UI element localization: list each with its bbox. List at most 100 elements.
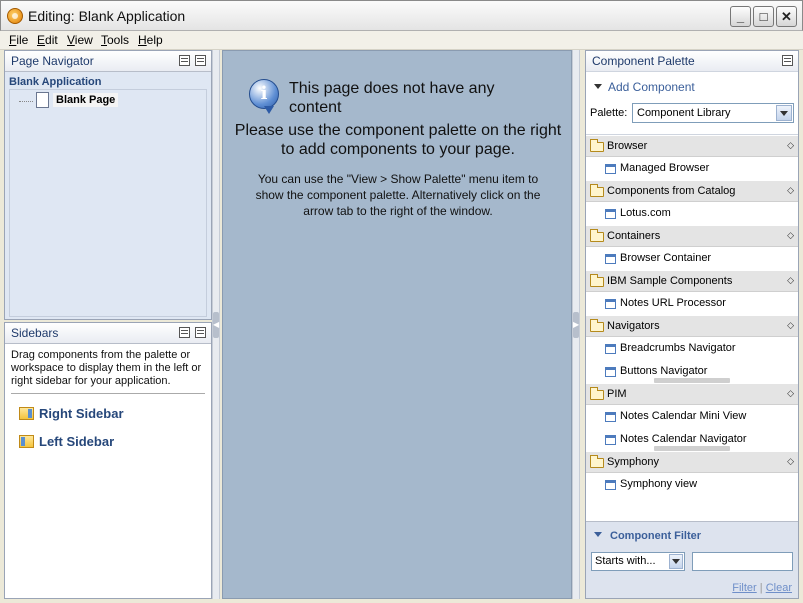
category-label: PIM bbox=[607, 388, 627, 400]
sidebar-item-left[interactable]: Left Sidebar bbox=[19, 434, 114, 449]
minimize-button[interactable]: _ bbox=[730, 6, 751, 27]
category-label: Navigators bbox=[607, 320, 660, 332]
menu-help[interactable]: Help bbox=[138, 33, 163, 47]
component-icon bbox=[605, 367, 616, 377]
collapse-arrows-icon[interactable]: ◇ bbox=[787, 275, 794, 286]
folder-icon bbox=[590, 139, 604, 152]
folder-icon bbox=[590, 387, 604, 400]
menu-file[interactable]: File bbox=[9, 33, 28, 47]
collapse-arrows-icon[interactable]: ◇ bbox=[787, 456, 794, 467]
title-bar: Editing: Blank Application _ □ ✕ bbox=[0, 0, 803, 31]
info-icon: i bbox=[249, 79, 279, 114]
component-item[interactable]: Notes Calendar Mini View bbox=[586, 405, 798, 428]
component-label: Notes Calendar Navigator bbox=[620, 433, 747, 445]
component-item[interactable]: Notes Calendar Navigator bbox=[586, 428, 798, 451]
component-icon bbox=[605, 435, 616, 445]
page-menu-icon[interactable] bbox=[179, 55, 190, 66]
category-header[interactable]: Browser ◇ bbox=[586, 135, 798, 157]
page-navigator-header: Page Navigator bbox=[5, 51, 211, 72]
navigator-tree-frame bbox=[9, 89, 207, 317]
sidebar-item-label: Left Sidebar bbox=[39, 434, 115, 449]
category-label: Symphony bbox=[607, 456, 659, 468]
menu-tools[interactable]: Tools bbox=[101, 33, 129, 47]
page-item-blank-page[interactable]: Blank Page bbox=[53, 93, 119, 107]
category-label: Containers bbox=[607, 230, 661, 242]
category-header[interactable]: Containers ◇ bbox=[586, 225, 798, 247]
category-pim: PIM ◇ Notes Calendar Mini View Notes Cale… bbox=[586, 383, 798, 451]
collapse-arrows-icon[interactable]: ◇ bbox=[787, 388, 794, 399]
add-component-toggle[interactable]: Add Component bbox=[594, 80, 695, 94]
component-label: Managed Browser bbox=[620, 162, 710, 174]
window-title: Editing: Blank Application bbox=[28, 8, 186, 24]
category-header[interactable]: Navigators ◇ bbox=[586, 315, 798, 337]
collapse-left-arrow-icon[interactable]: ◀ bbox=[213, 312, 219, 338]
folder-icon bbox=[590, 319, 604, 332]
component-icon bbox=[605, 254, 616, 264]
collapse-arrows-icon[interactable]: ◇ bbox=[787, 185, 794, 196]
collapse-arrows-icon[interactable]: ◇ bbox=[787, 230, 794, 241]
panel-menu-icon[interactable] bbox=[195, 327, 206, 338]
empty-page-instruction: Please use the component palette on the … bbox=[234, 122, 562, 158]
component-item[interactable]: Breadcrumbs Navigator bbox=[586, 337, 798, 360]
app-icon bbox=[7, 8, 23, 24]
collapse-arrows-icon[interactable]: ◇ bbox=[787, 320, 794, 331]
category-header[interactable]: PIM ◇ bbox=[586, 383, 798, 405]
folder-icon bbox=[590, 455, 604, 468]
menu-bar: File Edit View Tools Help bbox=[0, 31, 803, 50]
category-header[interactable]: Symphony ◇ bbox=[586, 451, 798, 473]
right-sidebar-icon bbox=[19, 407, 34, 420]
filter-link[interactable]: Filter bbox=[732, 582, 756, 594]
collapse-right-arrow-icon[interactable]: ▶ bbox=[573, 312, 579, 338]
category-label: Components from Catalog bbox=[607, 185, 736, 197]
component-item[interactable]: Symphony view bbox=[586, 473, 798, 496]
page-navigator-title: Page Navigator bbox=[11, 54, 94, 68]
left-splitter[interactable]: ◀ bbox=[212, 50, 220, 599]
component-item[interactable]: Buttons Navigator bbox=[586, 360, 798, 383]
close-button[interactable]: ✕ bbox=[776, 6, 797, 27]
workspace: i This page does not have any content Pl… bbox=[222, 50, 572, 599]
panel-menu-icon[interactable] bbox=[195, 55, 206, 66]
expand-triangle-icon bbox=[594, 532, 602, 537]
component-item[interactable]: Browser Container bbox=[586, 247, 798, 270]
component-icon bbox=[605, 209, 616, 219]
category-header[interactable]: IBM Sample Components ◇ bbox=[586, 270, 798, 292]
menu-edit[interactable]: Edit bbox=[37, 33, 58, 47]
category-symphony: Symphony ◇ Symphony view bbox=[586, 451, 798, 496]
collapse-arrows-icon[interactable]: ◇ bbox=[787, 140, 794, 151]
chevron-down-icon[interactable] bbox=[669, 554, 683, 569]
folder-icon bbox=[590, 274, 604, 287]
component-filter-title: Component Filter bbox=[610, 530, 702, 542]
link-separator: | bbox=[759, 582, 763, 594]
application-name: Blank Application bbox=[9, 76, 102, 88]
filter-mode-select[interactable]: Starts with... bbox=[591, 552, 685, 571]
chevron-down-icon[interactable] bbox=[776, 105, 792, 121]
left-column: Page Navigator Blank Application Blank P… bbox=[4, 50, 212, 599]
right-splitter[interactable]: ▶ bbox=[572, 50, 580, 599]
component-icon bbox=[605, 344, 616, 354]
category-browser: Browser ◇ Managed Browser bbox=[586, 135, 798, 180]
category-navigators: Navigators ◇ Breadcrumbs Navigator Button… bbox=[586, 315, 798, 383]
menu-view[interactable]: View bbox=[67, 33, 93, 47]
sidebar-item-label: Right Sidebar bbox=[39, 406, 124, 421]
component-filter-toggle[interactable]: Component Filter bbox=[594, 530, 701, 542]
filter-text-input[interactable] bbox=[692, 552, 793, 571]
component-label: Lotus.com bbox=[620, 207, 671, 219]
minimize-panel-icon[interactable] bbox=[179, 327, 190, 338]
page-icon bbox=[36, 92, 49, 108]
component-item[interactable]: Lotus.com bbox=[586, 202, 798, 225]
clear-link[interactable]: Clear bbox=[766, 582, 792, 594]
sidebar-item-right[interactable]: Right Sidebar bbox=[19, 406, 124, 421]
empty-page-hint: You can use the "View > Show Palette" me… bbox=[255, 172, 541, 218]
sidebars-description: Drag components from the palette or work… bbox=[11, 349, 202, 387]
maximize-button[interactable]: □ bbox=[753, 6, 774, 27]
palette-menu-icon[interactable] bbox=[782, 55, 793, 66]
component-item[interactable]: Managed Browser bbox=[586, 157, 798, 180]
expand-triangle-icon bbox=[594, 84, 602, 89]
component-item[interactable]: Notes URL Processor bbox=[586, 292, 798, 315]
empty-page-heading: This page does not have any content bbox=[289, 80, 495, 116]
filter-links: Filter | Clear bbox=[732, 582, 792, 594]
palette-select[interactable]: Component Library bbox=[632, 103, 794, 123]
component-label: Symphony view bbox=[620, 478, 698, 490]
category-header[interactable]: Components from Catalog ◇ bbox=[586, 180, 798, 202]
folder-icon bbox=[590, 229, 604, 242]
